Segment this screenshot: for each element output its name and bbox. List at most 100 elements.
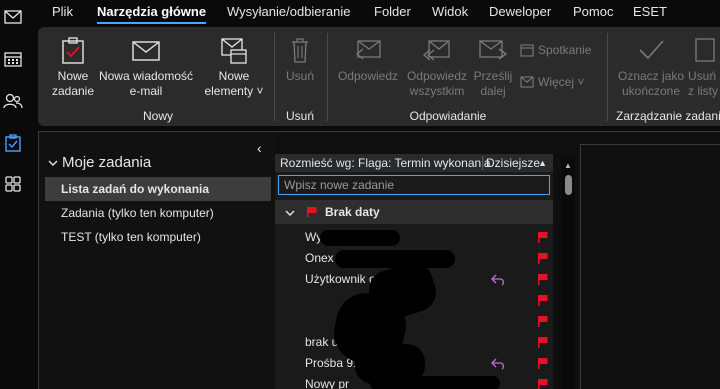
mark-complete-button[interactable]: Oznacz jako ukończone [616, 35, 686, 99]
reply-all-button[interactable]: Odpowiedz wszystkim [402, 35, 472, 99]
reply-all-label-2: wszystkim [409, 84, 465, 98]
chevron-down-icon [285, 210, 295, 216]
ribbon: Nowe zadanie Nowa wiadomość e-mail Nowe … [38, 27, 720, 126]
forward-label-1: Prześlij [473, 69, 513, 83]
tab-view[interactable]: Widok [432, 4, 468, 19]
folder-tasks-local[interactable]: Zadania (tylko ten komputer) [45, 201, 271, 225]
flag-icon [538, 379, 548, 389]
task-row[interactable] [275, 311, 553, 332]
new-task-label-1: Nowe [57, 69, 89, 83]
new-task-button[interactable]: Nowe zadanie [50, 35, 96, 99]
ribbon-separator [607, 33, 608, 121]
people-icon[interactable] [3, 92, 23, 110]
trash-icon [292, 38, 308, 63]
folder-todo-list[interactable]: Lista zadań do wykonania [45, 177, 271, 201]
scroll-up-icon[interactable]: ▲ [564, 161, 572, 170]
today-column-header[interactable]: Dzisiejsze [486, 154, 540, 172]
forward-icon [479, 40, 508, 60]
group-delete-label: Usuń [285, 109, 314, 123]
more-icon [520, 76, 534, 88]
forward-button[interactable]: Prześlij dalej [470, 35, 516, 99]
my-tasks-header[interactable]: Moje zadania [48, 154, 151, 171]
scroll-thumb[interactable] [565, 175, 572, 195]
app-rail [0, 0, 26, 389]
main-area: ‹ Moje zadania Lista zadań do wykonania … [38, 131, 720, 389]
new-items-button[interactable]: Nowe elementy ˅ [204, 35, 264, 99]
ribbon-separator [274, 33, 275, 121]
remove-from-list-button[interactable]: Usuń z listy [688, 35, 720, 99]
tab-send-receive[interactable]: Wysyłanie/odbieranie [227, 4, 350, 19]
reply-all-label-1: Odpowiedz [406, 69, 468, 83]
new-task-icon [62, 37, 84, 64]
group-respond-label: Odpowiadanie [409, 109, 487, 123]
remove-list-label-1: Usuń [688, 69, 717, 83]
flag-icon [538, 337, 548, 348]
calendar-icon[interactable] [3, 50, 23, 68]
chevron-down-icon [48, 160, 58, 166]
apps-icon[interactable] [3, 175, 23, 193]
redaction-mark [320, 230, 400, 246]
list-scrollbar[interactable]: ▲ [561, 157, 575, 389]
tab-developer[interactable]: Deweloper [489, 4, 551, 19]
new-email-button[interactable]: Nowa wiadomość e-mail [96, 35, 196, 99]
delete-label: Usuń [285, 69, 314, 83]
reply-icon [491, 274, 504, 286]
new-items-label-2: elementy ˅ [204, 84, 264, 98]
meeting-icon [520, 44, 534, 57]
forward-label-2: dalej [480, 84, 506, 98]
header-separator [482, 156, 483, 170]
reply-all-icon [422, 40, 450, 61]
sort-arrow-icon[interactable]: ▲ [538, 154, 547, 172]
new-items-icon [221, 38, 247, 64]
folder-test-local[interactable]: TEST (tylko ten komputer) [45, 225, 271, 249]
reading-pane [580, 144, 720, 389]
ribbon-separator [327, 33, 328, 121]
tab-folder[interactable]: Folder [374, 4, 411, 19]
group-label: Brak daty [325, 205, 380, 219]
list-header[interactable]: Rozmieść wg: Flaga: Termin wykonania Dzi… [275, 154, 553, 172]
flag-icon [538, 274, 548, 285]
folder-pane: ‹ Moje zadania Lista zadań do wykonania … [39, 132, 275, 389]
task-list: Rozmieść wg: Flaga: Termin wykonania Dzi… [275, 154, 553, 389]
tasks-icon[interactable] [3, 134, 23, 152]
reply-button[interactable]: Odpowiedz [336, 35, 400, 84]
new-email-label-1: Nowa wiadomość [98, 69, 194, 83]
flag-icon [538, 358, 548, 369]
mail-icon[interactable] [3, 8, 23, 26]
remove-list-label-2: z listy [688, 84, 718, 98]
reply-label: Odpowiedz [337, 69, 399, 83]
tab-help[interactable]: Pomoc [573, 4, 613, 19]
flag-icon [307, 207, 317, 217]
new-email-icon [132, 41, 160, 61]
new-email-label-2: e-mail [129, 84, 163, 98]
mark-complete-label-1: Oznacz jako [617, 69, 685, 83]
meeting-button[interactable]: Spotkanie [520, 43, 591, 57]
tab-eset[interactable]: ESET [633, 4, 667, 19]
redaction-mark [335, 250, 455, 268]
delete-button[interactable]: Usuń [282, 35, 318, 84]
menu-bar: Plik Narzędzia główne Wysyłanie/odbieran… [26, 0, 720, 24]
group-new-label: Nowy [142, 109, 173, 123]
more-label: Więcej ˅ [538, 75, 585, 89]
reply-icon [355, 40, 381, 60]
new-items-label-1: Nowe [218, 69, 250, 83]
reply-icon [491, 358, 504, 370]
new-task-label-2: zadanie [51, 84, 95, 98]
group-manage-label: Zarządzanie zadaniem [616, 109, 720, 123]
tab-home[interactable]: Narzędzia główne [97, 4, 207, 24]
collapse-pane-button[interactable]: ‹ [257, 140, 262, 156]
flag-icon [538, 253, 548, 264]
more-button[interactable]: Więcej ˅ [520, 75, 584, 89]
flag-icon [538, 316, 548, 327]
flag-icon [538, 232, 548, 243]
checkmark-icon [639, 40, 664, 60]
mark-complete-label-2: ukończone [621, 84, 681, 98]
outlook-window: Plik Narzędzia główne Wysyłanie/odbieran… [0, 0, 720, 389]
arrange-by-label[interactable]: Rozmieść wg: Flaga: Termin wykonania [280, 154, 491, 172]
tab-plik[interactable]: Plik [52, 4, 73, 19]
group-no-date[interactable]: Brak daty [275, 200, 553, 224]
remove-list-icon [695, 38, 715, 62]
redaction-mark [370, 376, 500, 389]
new-task-input[interactable] [278, 175, 550, 195]
task-row[interactable]: Wyjś [275, 227, 553, 248]
